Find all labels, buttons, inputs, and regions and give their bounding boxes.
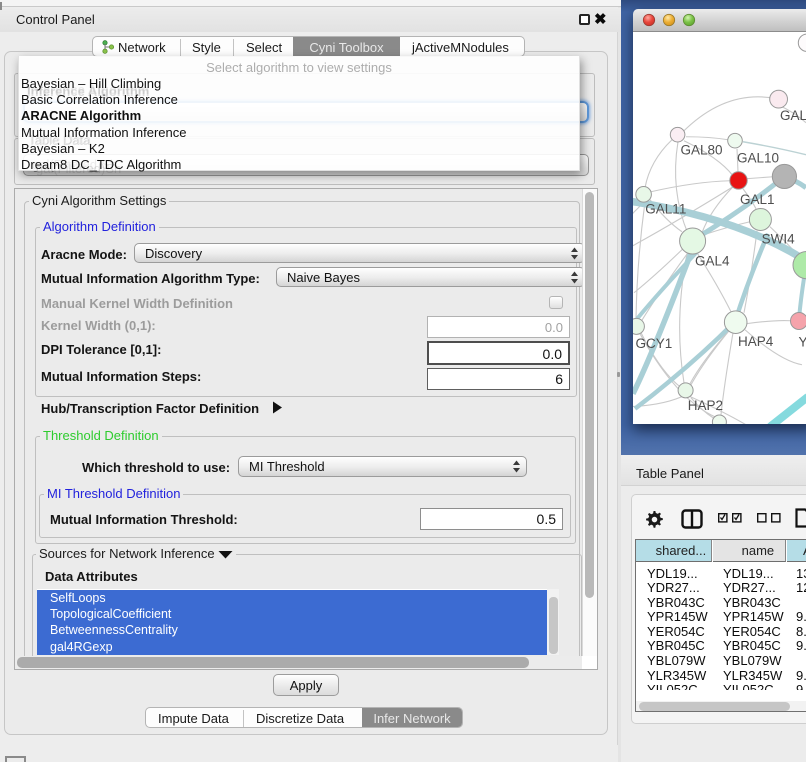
svg-text:GAL4: GAL4 [695,253,730,268]
svg-text:GAL11: GAL11 [645,201,686,216]
svg-text:YD: YD [799,334,806,349]
svg-text:GAL7: GAL7 [780,107,806,122]
svg-text:SWI4: SWI4 [762,231,795,246]
svg-text:GAL80: GAL80 [681,142,723,157]
svg-text:HAP4: HAP4 [738,333,774,348]
svg-text:GAL10: GAL10 [737,150,779,165]
svg-text:GCY1: GCY1 [636,335,673,350]
svg-text:HAP2: HAP2 [688,397,723,412]
svg-text:GAL1: GAL1 [740,191,775,206]
